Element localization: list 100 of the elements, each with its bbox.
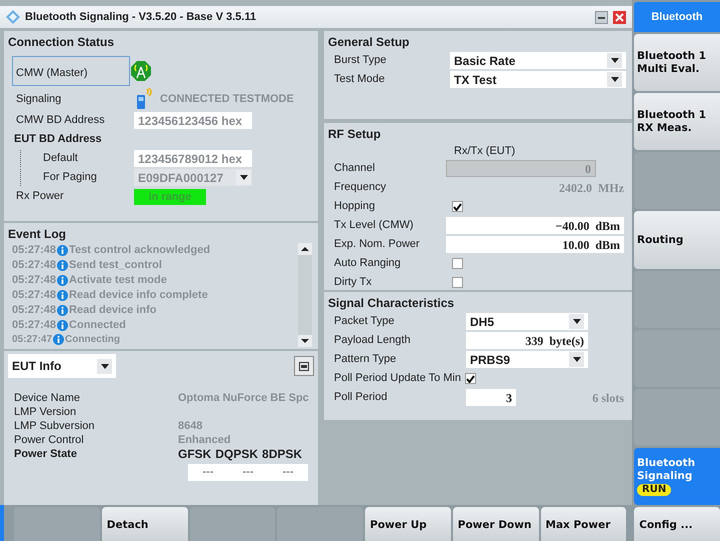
connection-state: CONNECTED TESTMODE: [160, 92, 294, 107]
column-header: 8DPSK: [262, 446, 302, 463]
phone-icon: [134, 88, 154, 110]
scroll-up-icon: [298, 243, 312, 255]
checkbox[interactable]: [452, 258, 463, 269]
column-header: GFSK: [178, 446, 212, 463]
caret-icon: [610, 77, 618, 82]
checkbox[interactable]: [464, 373, 476, 384]
field-label: Packet Type: [333, 314, 396, 330]
dropdown-field[interactable]: DH5: [466, 313, 588, 330]
info-value: 8648: [178, 418, 202, 434]
window-icon: [299, 362, 309, 370]
field-label: Channel: [333, 161, 376, 176]
caret-icon: [100, 364, 108, 368]
sidebar-button[interactable]: Routing: [634, 211, 720, 268]
info-label: Power State: [14, 446, 78, 462]
info-label: LMP Version: [14, 404, 78, 420]
caret-icon: [572, 357, 580, 362]
info-value: Optoma NuForce BE Spc: [178, 390, 309, 406]
restore-button[interactable]: [294, 356, 314, 376]
field-label: CMW BD Address: [15, 113, 106, 128]
info-selector[interactable]: EUT Info: [8, 354, 116, 378]
softkey-button[interactable]: Config ...: [634, 507, 720, 541]
field-label: Hopping: [333, 199, 376, 214]
sidebar-button[interactable]: Bluetooth 1 RX Meas.: [634, 93, 720, 150]
power-state-value: ---: [282, 465, 294, 480]
softkey-button[interactable]: Power Up: [365, 507, 451, 541]
sidebar-button[interactable]: [634, 270, 720, 328]
softkey-button[interactable]: [190, 507, 276, 541]
field-label: Auto Ranging: [333, 256, 402, 272]
sidebar-header: Bluetooth: [634, 2, 720, 32]
input-field[interactable]: 3: [466, 389, 516, 406]
section-title: Signal Characteristics: [328, 295, 456, 312]
frequency-readout: 2402.0 MHz: [559, 180, 624, 196]
softkey-button[interactable]: Max Power: [540, 507, 626, 541]
caret-icon: [610, 58, 618, 63]
softkey-button[interactable]: Power Down: [452, 507, 538, 541]
input-field[interactable]: 339 byte(s): [466, 332, 588, 349]
field-label: EUT BD Address: [13, 132, 103, 148]
field-label: Rx Power: [15, 189, 65, 204]
info-label: LMP Subversion: [14, 418, 96, 434]
checkbox[interactable]: [452, 277, 463, 288]
info-icon: [57, 260, 68, 271]
info-icon: [57, 305, 68, 316]
log-time: 05:27:48: [12, 303, 56, 318]
sidebar-button[interactable]: Bluetooth Signaling RUN: [634, 448, 720, 505]
power-state-value: ---: [202, 465, 214, 480]
role-label: CMW (Master): [12, 56, 130, 86]
checkmark-icon: [466, 374, 475, 382]
softkey-button[interactable]: Detach: [102, 507, 188, 541]
field-label: Burst Type: [333, 53, 388, 68]
field-label: Exp. Nom. Power: [333, 237, 421, 252]
column-header: DQPSK: [215, 446, 258, 463]
checkbox[interactable]: [452, 201, 463, 212]
log-message: Read device info: [69, 303, 156, 318]
antenna-icon: [130, 60, 152, 82]
log-message: Connecting: [65, 333, 120, 347]
dropdown-field[interactable]: PRBS9: [466, 351, 588, 368]
run-badge: RUN: [637, 484, 672, 496]
close-icon: [613, 10, 626, 24]
log-message: Connected: [69, 318, 126, 334]
window-title: Bluetooth Signaling - V3.5.20 - Base V 3.5.11: [25, 10, 256, 25]
power-state-value: ---: [242, 465, 254, 480]
rx-power-indicator: in range: [134, 188, 206, 204]
section-title: RF Setup: [328, 126, 382, 143]
input-field[interactable]: 10.00 dBm: [446, 236, 624, 253]
info-label: Device Name: [14, 390, 82, 406]
scrollbar[interactable]: [298, 243, 312, 347]
field-label: Poll Period: [333, 390, 388, 406]
section-title: General Setup: [328, 34, 410, 51]
log-message: Send test_control: [69, 258, 162, 274]
info-icon: [57, 275, 68, 286]
minimize-icon: [595, 10, 608, 24]
info-label: Power Control: [14, 432, 85, 448]
log-time: 05:27:47: [12, 333, 52, 347]
log-message: Read device info complete: [69, 288, 208, 304]
field-label: Payload Length: [333, 333, 412, 348]
sidebar-button[interactable]: [634, 152, 720, 210]
caret-icon: [572, 319, 580, 324]
dropdown-field[interactable]: TX Test: [450, 71, 626, 88]
log-time: 05:27:48: [12, 273, 56, 288]
field-label: Dirty Tx: [333, 275, 373, 290]
log-time: 05:27:48: [12, 318, 56, 334]
field-label: Poll Period Update To Min: [333, 371, 462, 386]
section-title: Event Log: [8, 226, 68, 243]
info-icon: [53, 334, 64, 345]
info-icon: [57, 245, 68, 256]
log-message: Activate test mode: [69, 273, 167, 288]
info-icon: [57, 290, 68, 301]
field-label: Frequency: [333, 180, 387, 196]
slots-note: 6 slots: [592, 390, 624, 406]
column-header: Rx/Tx (EUT): [453, 144, 516, 159]
scroll-down-icon: [298, 335, 312, 347]
info-value: Enhanced: [178, 432, 231, 448]
log-time: 05:27:48: [12, 243, 56, 258]
sidebar-button[interactable]: Bluetooth 1 Multi Eval.: [634, 34, 720, 92]
input-field[interactable]: −40.00 dBm: [446, 217, 624, 234]
diamond-icon: [6, 10, 20, 24]
log-time: 05:27:48: [12, 258, 56, 274]
dropdown-field[interactable]: Basic Rate: [450, 52, 626, 69]
